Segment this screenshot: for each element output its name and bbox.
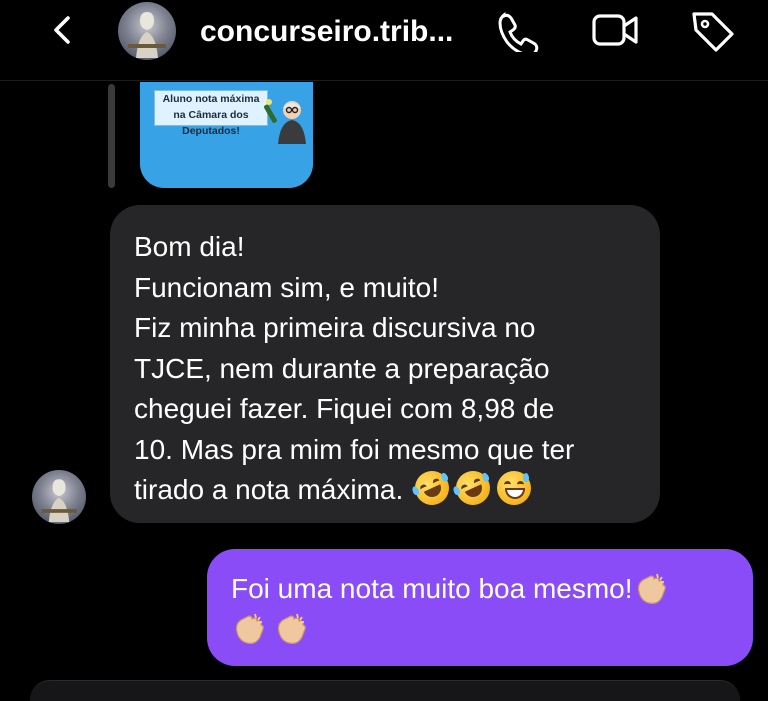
shared-post-preview[interactable]: Aluno nota máxima na Câmara dos Deputado…	[140, 82, 313, 188]
chevron-left-icon[interactable]	[44, 8, 84, 52]
message-line-last: tirado a nota máxima.	[134, 465, 574, 511]
message-line: TJCE, nem durante a preparação	[134, 352, 550, 384]
sender-avatar[interactable]	[32, 470, 86, 524]
message-line: Fiz minha primeira discursiva no	[134, 312, 536, 343]
incoming-message-bubble[interactable]: Bom dia! Funcionam sim, e muito! Fiz min…	[110, 205, 660, 523]
contact-avatar[interactable]	[118, 2, 176, 60]
message-line: cheguei fazer. Fiquei com 8,98 de	[134, 393, 555, 424]
incoming-message-text: Bom dia! Funcionam sim, e muito! Fiz min…	[134, 227, 574, 511]
clapping-hands-emoji	[273, 612, 307, 646]
chat-header: concurseiro.trib...	[0, 0, 768, 81]
cartoon-figure-icon	[264, 96, 310, 144]
clapping-hands-emoji	[231, 612, 265, 646]
message-line: Foi uma nota muito boa mesmo!	[231, 569, 667, 609]
message-line: Funcionam sim, e muito!	[134, 271, 439, 303]
contact-username[interactable]: concurseiro.trib...	[200, 10, 480, 54]
reply-indicator-bar	[108, 84, 115, 188]
outgoing-message-bubble[interactable]: Foi uma nota muito boa mesmo!	[207, 549, 753, 666]
message-line: Bom dia!	[134, 231, 245, 262]
rolling-laughing-emoji	[450, 465, 496, 511]
outgoing-message-text: Foi uma nota muito boa mesmo!	[231, 569, 667, 649]
rolling-laughing-emoji	[409, 465, 455, 511]
phone-icon[interactable]	[494, 8, 544, 57]
clapping-hands-emoji	[633, 572, 667, 606]
shared-post-caption: Aluno nota máxima na Câmara dos Deputado…	[154, 90, 268, 137]
message-line: 10. Mas pra mim foi mesmo que ter	[134, 433, 575, 465]
video-camera-icon[interactable]	[590, 8, 640, 52]
tag-icon[interactable]	[688, 8, 738, 52]
next-message-bubble-edge	[30, 680, 740, 701]
outgoing-text: Foi uma nota muito boa mesmo!	[231, 573, 633, 604]
message-line: tirado a nota máxima.	[134, 474, 404, 505]
message-line	[231, 609, 667, 649]
grinning-sweat-emoji	[497, 471, 532, 505]
